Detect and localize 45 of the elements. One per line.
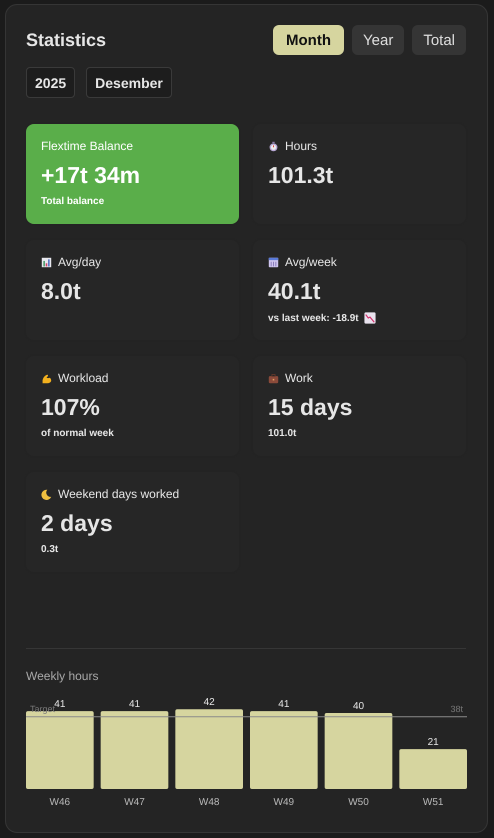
stat-value: 2 days xyxy=(41,509,114,537)
stat-note: 101.0t xyxy=(268,428,296,439)
bar-chart-icon xyxy=(41,256,52,268)
stat-value: 101.3t xyxy=(268,161,334,189)
bar-value: 40 xyxy=(352,701,364,712)
panel-title: Statistics xyxy=(26,30,106,50)
stat-label: Work xyxy=(285,371,313,385)
stat-value: 15 days xyxy=(268,393,354,421)
stat-value: 8.0t xyxy=(41,277,82,305)
stat-value: 40.1t xyxy=(268,277,322,305)
week-label: W49 xyxy=(274,797,294,807)
bar-value: 41 xyxy=(128,699,140,710)
bar-value: 21 xyxy=(428,737,439,748)
stat-label: Flextime Balance xyxy=(41,139,134,153)
stat-note: vs last week: -18.9t xyxy=(268,312,359,324)
stat-label: Avg/week xyxy=(285,255,337,269)
calendar-icon xyxy=(268,256,279,268)
timer-icon xyxy=(268,140,279,152)
crescent-moon-icon xyxy=(41,488,52,500)
stat-note: 0.3t xyxy=(41,544,58,555)
stat-note: of normal week xyxy=(41,428,114,439)
stat-value: +17t 34m xyxy=(41,161,142,189)
period-tab[interactable]: Month xyxy=(273,25,344,55)
flexed-arm-icon xyxy=(41,372,52,384)
period-tab[interactable]: Year xyxy=(352,25,404,55)
week-label: W48 xyxy=(198,797,220,807)
bar-value: 41 xyxy=(54,699,66,710)
week-label: W47 xyxy=(124,797,145,807)
bar-value: 41 xyxy=(278,699,290,710)
stat-value: 107% xyxy=(41,393,101,421)
chart-title: Weekly hours xyxy=(26,669,100,683)
stat-label: Avg/day xyxy=(58,255,102,269)
stat-note: Total balance xyxy=(41,196,104,207)
bar-value: 42 xyxy=(204,697,215,708)
week-label: W46 xyxy=(50,797,70,807)
stat-label: Workload xyxy=(58,371,108,385)
stat-label: Hours xyxy=(285,139,318,153)
period-selector[interactable]: 2025 xyxy=(26,67,76,98)
briefcase-icon xyxy=(268,372,279,384)
period-selector[interactable]: Desember xyxy=(86,67,172,98)
period-tab[interactable]: Total xyxy=(412,25,466,55)
stat-label: Weekend days worked xyxy=(58,487,180,501)
target-value: 38t xyxy=(450,704,463,714)
week-label: W50 xyxy=(348,797,369,807)
week-label: W51 xyxy=(422,797,444,807)
